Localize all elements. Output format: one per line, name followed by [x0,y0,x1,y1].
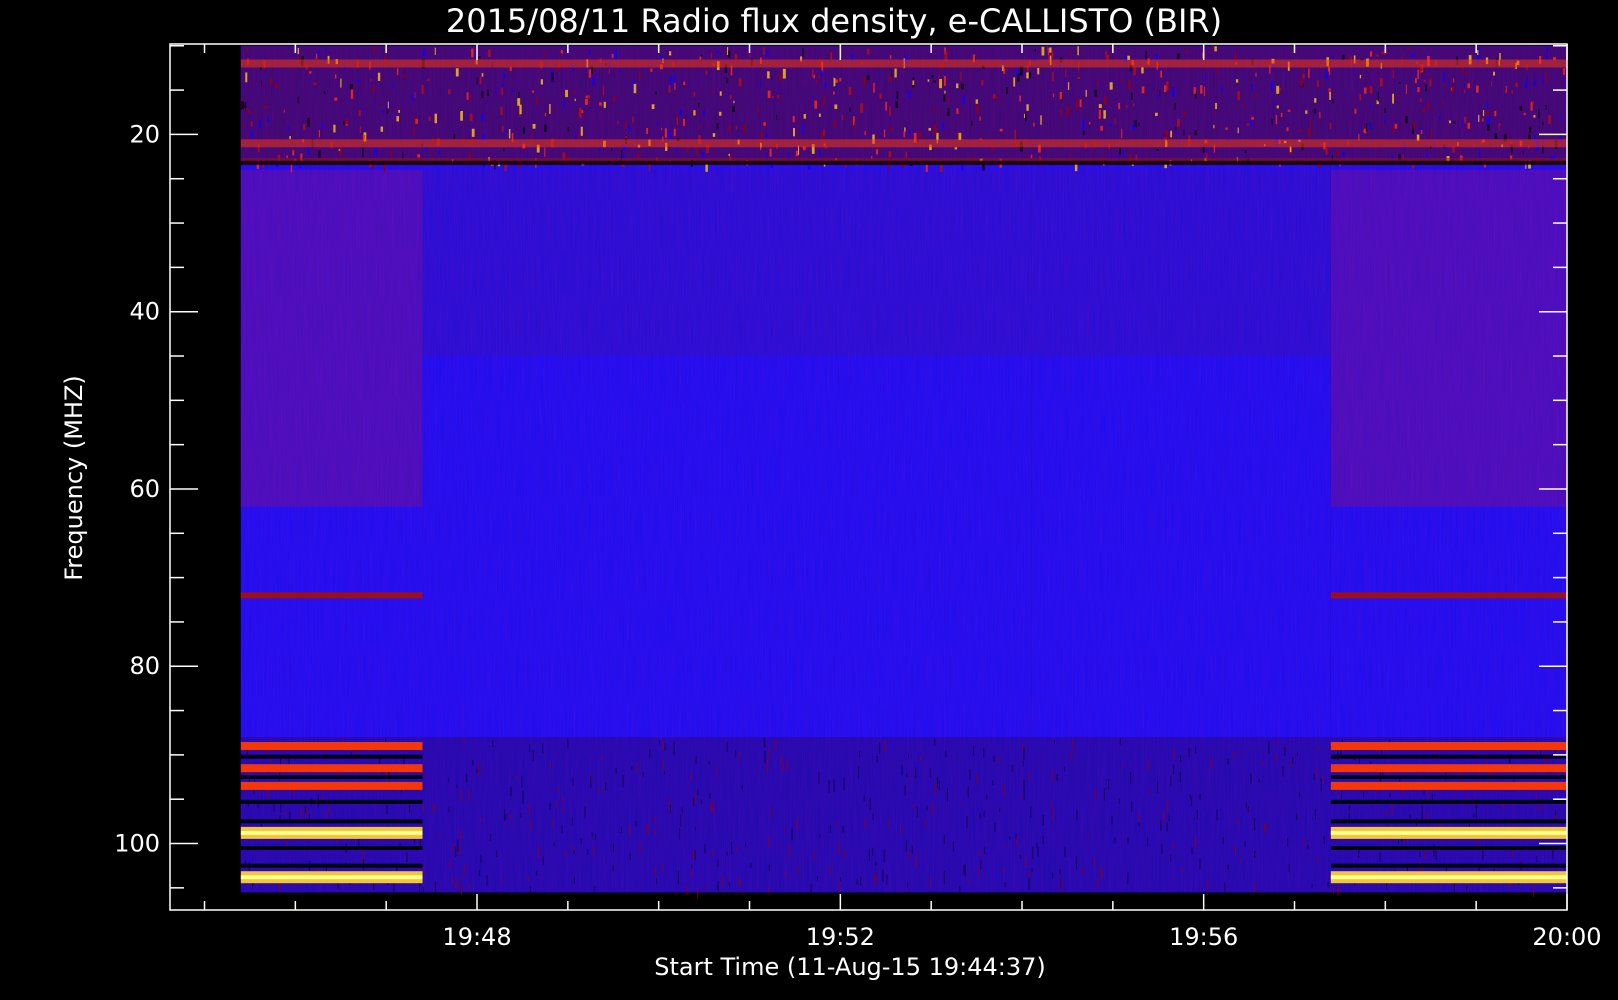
plot-area [240,45,1568,900]
interference-band [1330,781,1567,790]
interference-band [422,59,1032,68]
band-gap [1330,819,1567,824]
interference-band [1330,139,1567,148]
interference-band-core [240,830,423,835]
interference-band-core [1330,830,1567,835]
x-tick-label: 19:52 [806,923,875,951]
interference-band [1031,59,1331,68]
x-tick-label: 19:56 [1169,923,1238,951]
interference-band-core [1330,875,1567,880]
band-gap [1330,799,1567,804]
x-axis-label: Start Time (11-Aug-15 19:44:37) [654,953,1046,981]
interference-band [240,764,423,773]
interference-band [240,592,423,599]
interference-band [240,742,423,751]
y-tick-label: 60 [129,475,160,503]
y-tick-label: 40 [129,298,160,326]
interference-band [240,59,423,68]
interference-band [422,139,1032,148]
band-gap [1330,754,1567,759]
band-gap [240,754,423,759]
interference-band [1330,59,1567,68]
spectrogram-figure: 2015/08/11 Radio flux density, e-CALLIST… [0,0,1618,1000]
band-gap [1330,775,1567,780]
chart-title: 2015/08/11 Radio flux density, e-CALLIST… [446,2,1222,40]
x-tick-label: 20:00 [1532,923,1601,951]
x-tick-label: 19:48 [442,923,511,951]
y-tick-label: 80 [129,652,160,680]
band-gap [240,845,423,850]
band-gap [240,799,423,804]
y-tick-label: 20 [129,120,160,148]
band-gap [240,775,423,780]
interference-band [1031,139,1331,148]
interference-band [240,781,423,790]
band-gap [240,819,423,824]
interference-band [240,139,423,148]
band-gap [1330,863,1567,868]
y-axis-label: Frequency (MHZ) [60,375,88,581]
interference-band [1330,764,1567,773]
interference-band [1330,742,1567,751]
y-tick-label: 100 [114,830,160,858]
interference-band-core [240,875,423,880]
band-gap [240,160,1568,165]
band-gap [240,863,423,868]
band-gap [1330,845,1567,850]
interference-band [1330,592,1567,599]
